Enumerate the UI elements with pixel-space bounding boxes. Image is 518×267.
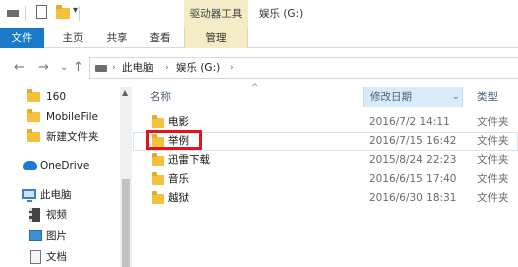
navigation-pane: 160 MobileFile 新建文件夹 OneDrive 此电脑 视频 图片 … [0, 87, 132, 267]
column-header-label: 修改日期 [370, 91, 412, 103]
divider [25, 6, 26, 21]
column-header-name[interactable]: 名称 [150, 87, 171, 107]
quick-access-dropdown-icon[interactable]: ▾ [73, 5, 78, 16]
tab-manage[interactable]: 管理 [184, 28, 248, 48]
file-date: 2015/8/24 22:23 [369, 154, 457, 166]
tab-home[interactable]: 主页 [56, 28, 90, 48]
nav-item-label: 160 [46, 91, 67, 103]
chevron-down-icon[interactable]: ⌄ [452, 87, 460, 107]
video-icon [29, 208, 40, 222]
file-type: 文件夹 [477, 154, 509, 166]
tab-view[interactable]: 查看 [143, 28, 177, 48]
table-row[interactable]: 音乐 2016/6/15 17:40 文件夹 [133, 170, 518, 189]
folder-icon [152, 115, 164, 128]
column-header-type[interactable]: 类型 [477, 87, 498, 107]
recent-locations-button[interactable]: ⌄ [60, 61, 68, 75]
documents-icon [30, 250, 41, 264]
file-date: 2016/7/15 16:42 [369, 135, 457, 147]
nav-item-documents[interactable]: 文档 [0, 247, 120, 267]
nav-item-label: 新建文件夹 [46, 131, 99, 143]
nav-item-label: MobileFile [46, 111, 99, 123]
nav-item-this-pc[interactable]: 此电脑 [0, 185, 120, 205]
nav-item-label: 图片 [46, 230, 67, 242]
title-bar: ▾ 驱动器工具 娱乐 (G:) [0, 0, 518, 28]
breadcrumb-separator-icon[interactable]: › [165, 61, 169, 75]
nav-item-mobilefile[interactable]: MobileFile [0, 107, 120, 127]
nav-item-160[interactable]: 160 [0, 87, 120, 107]
nav-item-label: 文档 [46, 251, 67, 263]
divider [79, 6, 80, 21]
file-date: 2016/6/15 17:40 [369, 173, 457, 185]
nav-item-onedrive[interactable]: OneDrive [0, 156, 120, 176]
tab-file[interactable]: 文件 [0, 28, 44, 48]
folder-icon [27, 129, 40, 142]
address-row: ← → ⌄ ↑ › 此电脑 › 娱乐 (G:) › [0, 49, 518, 87]
folder-icon [27, 89, 40, 102]
drive-icon [95, 65, 107, 72]
nav-item-label: OneDrive [40, 160, 90, 172]
breadcrumb-separator-icon[interactable]: › [230, 61, 234, 75]
file-list: ^ 名称 修改日期 ⌄ 类型 电影 2016/7/2 14:11 文件夹 举例 … [133, 83, 518, 267]
properties-icon[interactable] [36, 5, 47, 19]
file-date: 2016/6/30 18:31 [369, 192, 457, 204]
context-tab-title: 驱动器工具 [184, 0, 248, 28]
folder-icon [152, 172, 164, 185]
scrollbar-thumb[interactable] [122, 179, 130, 267]
highlight-box [146, 130, 202, 150]
new-folder-icon[interactable] [56, 5, 70, 20]
file-name: 电影 [168, 116, 189, 128]
nav-item-pictures[interactable]: 图片 [0, 226, 120, 246]
file-name: 越狱 [168, 192, 189, 204]
folder-icon [27, 109, 40, 122]
nav-item-new-folder[interactable]: 新建文件夹 [0, 127, 120, 147]
address-bar[interactable]: › 此电脑 › 娱乐 (G:) › [89, 57, 518, 79]
column-header-date[interactable]: 修改日期 ⌄ [363, 87, 463, 107]
breadcrumb-separator-icon[interactable]: › [112, 61, 116, 75]
nav-item-videos[interactable]: 视频 [0, 205, 120, 225]
breadcrumb-drive[interactable]: 娱乐 (G:) [176, 61, 220, 75]
pictures-icon [29, 230, 42, 241]
file-name: 迅雷下载 [168, 154, 210, 166]
up-button[interactable]: ↑ [73, 61, 84, 75]
table-row[interactable]: 迅雷下载 2015/8/24 22:23 文件夹 [133, 151, 518, 170]
file-type: 文件夹 [477, 173, 509, 185]
forward-button[interactable]: → [38, 61, 49, 75]
file-type: 文件夹 [477, 135, 509, 147]
nav-item-label: 此电脑 [40, 189, 72, 201]
file-date: 2016/7/2 14:11 [369, 116, 450, 128]
table-row[interactable]: 越狱 2016/6/30 18:31 文件夹 [133, 189, 518, 208]
computer-icon [22, 189, 36, 202]
drive-icon [7, 10, 19, 17]
onedrive-icon [23, 161, 37, 170]
ribbon-tabs: 文件 主页 共享 查看 管理 [0, 28, 518, 48]
folder-icon [152, 191, 164, 204]
folder-icon [152, 153, 164, 166]
sort-ascending-icon: ^ [251, 83, 259, 93]
tab-share[interactable]: 共享 [100, 28, 134, 48]
window-title: 娱乐 (G:) [259, 8, 304, 20]
file-type: 文件夹 [477, 116, 509, 128]
nav-item-label: 视频 [46, 209, 67, 221]
back-button[interactable]: ← [14, 61, 25, 75]
file-type: 文件夹 [477, 192, 509, 204]
file-name: 音乐 [168, 173, 189, 185]
scroll-up-icon[interactable]: ▲ [122, 88, 128, 97]
breadcrumb-this-pc[interactable]: 此电脑 [122, 61, 154, 75]
nav-scrollbar[interactable]: ▲ [120, 87, 132, 267]
